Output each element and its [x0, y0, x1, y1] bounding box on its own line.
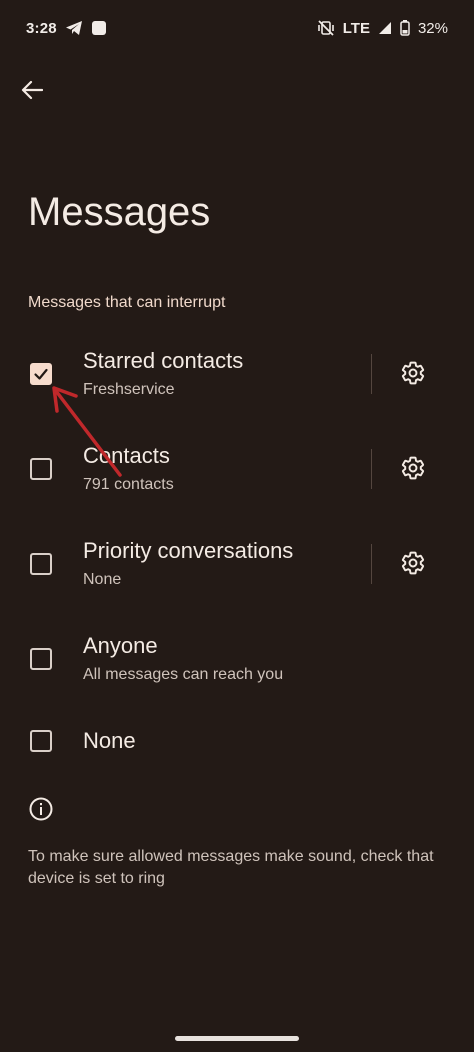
signal-icon [378, 21, 392, 35]
telegram-icon [65, 20, 83, 36]
option-subtitle: 791 contacts [83, 476, 174, 493]
gear-icon [401, 551, 425, 575]
option-title: Priority conversations [83, 538, 294, 563]
footer-note: To make sure allowed messages make sound… [28, 848, 434, 887]
contacts-settings-button[interactable] [398, 453, 428, 483]
option-title: Anyone [83, 633, 158, 658]
back-button[interactable] [12, 70, 52, 110]
page-title: Messages [28, 190, 211, 234]
divider [371, 354, 372, 394]
divider [371, 544, 372, 584]
status-bar-left: 3:28 [26, 20, 107, 37]
status-time: 3:28 [26, 19, 57, 37]
home-indicator[interactable] [175, 1036, 299, 1041]
priority-conversations-settings-button[interactable] [398, 548, 428, 578]
option-priority-conversations[interactable]: Priority conversations None [0, 518, 474, 610]
option-subtitle: None [83, 571, 122, 588]
anyone-checkbox[interactable] [30, 648, 52, 670]
option-subtitle: All messages can reach you [83, 666, 284, 683]
option-title: None [83, 728, 136, 753]
status-bar-right: LTE 32% [317, 20, 448, 37]
arrow-back-icon [21, 80, 43, 100]
option-title: Starred contacts [83, 348, 244, 373]
gear-icon [401, 361, 425, 385]
info-icon [28, 796, 54, 827]
priority-conversations-checkbox[interactable] [30, 553, 52, 575]
square-notification-icon [91, 20, 107, 36]
starred-contacts-settings-button[interactable] [398, 358, 428, 388]
gear-icon [401, 456, 425, 480]
battery-icon [400, 20, 410, 36]
network-type: LTE [342, 19, 370, 37]
divider [371, 449, 372, 489]
status-bar: 3:28 LTE 32% [0, 0, 474, 56]
section-header: Messages that can interrupt [28, 294, 226, 311]
option-anyone[interactable]: Anyone All messages can reach you [0, 613, 474, 705]
option-none[interactable]: None [0, 708, 474, 772]
vibrate-off-icon [317, 20, 335, 36]
none-checkbox[interactable] [30, 730, 52, 752]
annotation-arrow-icon [52, 386, 122, 477]
battery-percent: 32% [417, 19, 448, 37]
